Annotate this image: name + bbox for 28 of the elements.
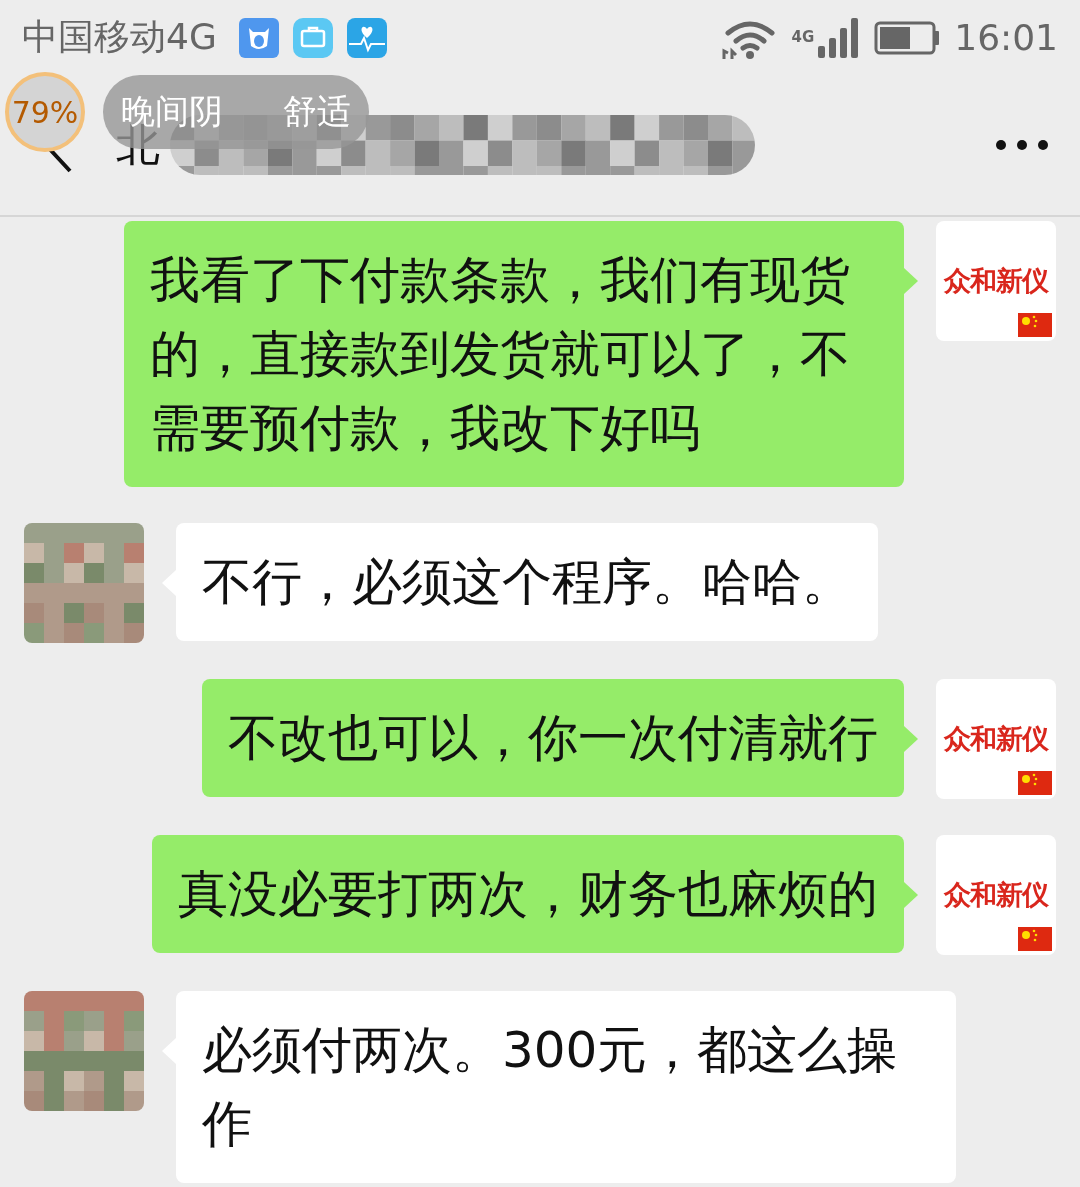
logo-avatar[interactable]: 众和新仪 [936, 679, 1056, 799]
flag-icon [1018, 927, 1052, 951]
bubble-tail [904, 268, 918, 294]
message-bubble: 必须付两次。300元，都这么操作 [176, 991, 956, 1183]
avatar-logo-text: 众和新仪 [944, 878, 1048, 912]
heart-app-icon [346, 17, 387, 58]
cow-app-icon [238, 17, 279, 58]
carrier-label: 中国移动4G [22, 15, 217, 59]
more-options-icon[interactable] [994, 138, 1050, 152]
message-bubble: 真没必要打两次，财务也麻烦的 [152, 835, 904, 953]
logo-avatar[interactable]: 众和新仪 [936, 221, 1056, 341]
flag-icon [1018, 313, 1052, 337]
avatar-logo-text: 众和新仪 [944, 264, 1048, 298]
clock-time: 16:01 [954, 17, 1058, 58]
bubble-tail [904, 726, 918, 752]
bubble-tail [904, 882, 918, 908]
weather-badge-overlay[interactable]: 79% [5, 72, 85, 152]
weather-text: 舒适 [283, 90, 351, 133]
message-bubble: 不行，必须这个程序。哈哈。 [176, 523, 878, 641]
network-type-label: 4G [791, 27, 815, 46]
logo-avatar[interactable]: 众和新仪 [936, 835, 1056, 955]
briefcase-app-icon [292, 17, 333, 58]
message-bubble: 我看了下付款条款，我们有现货的，直接款到发货就可以了，不需要预付款，我改下好吗 [124, 221, 904, 487]
flag-icon [1018, 771, 1052, 795]
message-bubble: 不改也可以，你一次付清就行 [202, 679, 904, 797]
signal-icon [816, 17, 861, 58]
avatar-logo-text: 众和新仪 [944, 722, 1048, 756]
battery-icon [874, 20, 941, 55]
